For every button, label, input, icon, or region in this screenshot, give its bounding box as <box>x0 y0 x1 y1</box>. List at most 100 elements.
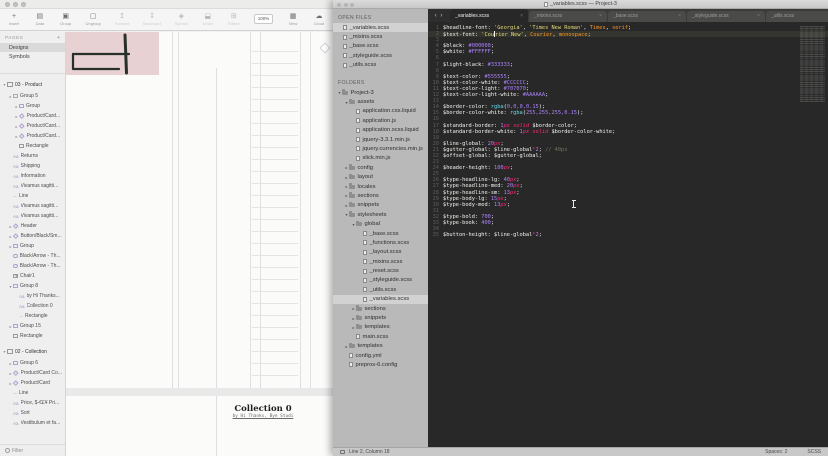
layer-by-hi-thanks[interactable]: Aaby Hi Thanks... <box>0 291 65 301</box>
flatten-button[interactable]: ⊞Flatten <box>228 13 240 26</box>
minimize-window-button[interactable] <box>344 3 348 7</box>
layer-rectangle[interactable]: —Rectangle <box>0 311 65 321</box>
layer-group-6[interactable]: ▸Group 6 <box>0 358 65 368</box>
folder-assets[interactable]: ▾assets <box>333 97 428 106</box>
forward-button[interactable]: ↥Forward <box>115 13 130 26</box>
file-jquery-currencies-min-js[interactable]: jquery.currencies.min.js <box>333 144 428 153</box>
add-page-button[interactable]: + <box>57 35 60 41</box>
hero-pink-block[interactable] <box>66 32 159 75</box>
page-item-designs[interactable]: Designs <box>0 43 65 52</box>
folder-snippets[interactable]: ▸snippets <box>333 201 428 210</box>
open-file-variables-scss[interactable]: _variables.scss <box>333 23 428 32</box>
layer-line[interactable]: —Line <box>0 388 65 398</box>
tab-base-scss[interactable]: _base.scss× <box>608 11 686 23</box>
page-item-symbols[interactable]: Symbols <box>0 52 65 61</box>
open-file-mixins-scss[interactable]: _mixins.scss <box>333 32 428 41</box>
indentation-setting[interactable]: Spaces: 2 <box>765 449 787 455</box>
layer-03-product[interactable]: ▾03 - Product <box>0 78 65 91</box>
close-tab-icon[interactable]: × <box>517 13 523 19</box>
layers-filter[interactable]: Filter <box>0 444 65 456</box>
close-window-button[interactable] <box>337 3 341 7</box>
file-slick-min-js[interactable]: slick.min.js <box>333 154 428 163</box>
layer-rectangle[interactable]: Rectangle <box>0 331 65 341</box>
cloud-button[interactable]: ☁Cloud <box>313 13 325 26</box>
close-tab-icon[interactable]: × <box>596 13 602 19</box>
layer-shipping[interactable]: AaShipping <box>0 161 65 171</box>
folder-global[interactable]: ▾global <box>333 219 428 228</box>
open-file-utils-scss[interactable]: _utils.scss <box>333 61 428 70</box>
group-button[interactable]: ▣Group <box>60 13 72 26</box>
layer-02-collection[interactable]: ▾02 - Collection <box>0 345 65 358</box>
disclosure-closed-icon[interactable]: ▸ <box>14 114 19 119</box>
layer-product-card-co[interactable]: ▸Product/Card Co... <box>0 368 65 378</box>
folder-config[interactable]: ▸config <box>333 163 428 172</box>
layer-chair1[interactable]: Chair1 <box>0 271 65 281</box>
backward-button[interactable]: ↧Backward <box>143 13 161 26</box>
minimize-window-button[interactable] <box>13 2 18 7</box>
disclosure-closed-icon[interactable]: ▸ <box>8 224 13 229</box>
layer-information[interactable]: AaInformation <box>0 171 65 181</box>
file-application-scss-liquid[interactable]: application.scss.liquid <box>333 126 428 135</box>
folder-stylesheets[interactable]: ▾stylesheets <box>333 210 428 219</box>
layer-vivamus-sagitti[interactable]: AaVivamus sagitti... <box>0 211 65 221</box>
open-file-styleguide-scss[interactable]: _styleguide.scss <box>333 51 428 60</box>
collection-text-block[interactable]: Collection 0 by Hi Thanks, Bye Studi <box>213 404 313 419</box>
layer-button-black-sm[interactable]: ▸Button/Black/Sm... <box>0 231 65 241</box>
create-symbol-button[interactable]: ◈Symbol <box>175 13 188 26</box>
zoom-window-button[interactable] <box>350 3 354 7</box>
minimap[interactable] <box>800 26 825 102</box>
folder-snippets[interactable]: ▸snippets <box>333 313 428 322</box>
disclosure-closed-icon[interactable]: ▸ <box>14 124 19 129</box>
folder-templates[interactable]: ▸templates <box>333 342 428 351</box>
disclosure-closed-icon[interactable]: ▸ <box>8 371 13 376</box>
layer-vivamus-sagitti[interactable]: AaVivamus sagitti... <box>0 201 65 211</box>
layer-group-15[interactable]: ▸Group 15 <box>0 321 65 331</box>
layer-group-8[interactable]: ▾Group 8 <box>0 281 65 291</box>
insert-button[interactable]: +Insert <box>8 13 20 26</box>
layer-black-arrow-th[interactable]: Black/Arrow - Th... <box>0 261 65 271</box>
layer-product-card[interactable]: ▸Product/Card... <box>0 111 65 121</box>
file-jquery-3-3-1-min-js[interactable]: jquery-3.3.1.min.js <box>333 135 428 144</box>
tab-mixins-scss[interactable]: _mixins.scss× <box>529 11 607 23</box>
layer-vivamus-sagitti[interactable]: AaVivamus sagitti... <box>0 181 65 191</box>
file-utils-scss[interactable]: _utils.scss <box>333 285 428 294</box>
layer-sort[interactable]: AaSort <box>0 408 65 418</box>
file-application-js[interactable]: application.js <box>333 116 428 125</box>
file-config-yml[interactable]: config.yml <box>333 351 428 360</box>
code-line-35[interactable]: 35$button-height: $line-global*2; <box>428 232 828 238</box>
union-button[interactable]: ⬓Union <box>202 13 214 26</box>
layer-group[interactable]: ▸Group <box>0 241 65 251</box>
tab-utils-scss[interactable]: _utils.scss× <box>766 11 828 23</box>
editor-window-controls[interactable] <box>337 3 354 7</box>
tab-styleguide-scss[interactable]: _styleguide.scss× <box>687 11 765 23</box>
layer-product-card[interactable]: ▸Product/Card <box>0 378 65 388</box>
folder-sections[interactable]: ▸sections <box>333 191 428 200</box>
layer-black-arrow-th[interactable]: Black/Arrow - Th... <box>0 251 65 261</box>
folder-sections[interactable]: ▸sections <box>333 304 428 313</box>
folder-project-3[interactable]: ▾Project-3 <box>333 88 428 97</box>
file-mixins-scss[interactable]: _mixins.scss <box>333 257 428 266</box>
folder-locales[interactable]: ▸locales <box>333 182 428 191</box>
layer-vestibulum-et-fa[interactable]: AaVestibulum et fa... <box>0 418 65 428</box>
file-styleguide-scss[interactable]: _styleguide.scss <box>333 276 428 285</box>
data-button[interactable]: ▤Data <box>34 13 46 26</box>
layer-product-card[interactable]: ▸Product/Card... <box>0 121 65 131</box>
file-application-css-liquid[interactable]: application.css.liquid <box>333 107 428 116</box>
ungroup-button[interactable]: ▢Ungroup <box>86 13 101 26</box>
folder-templates[interactable]: ▸templates <box>333 323 428 332</box>
zoom-window-button[interactable] <box>21 2 26 7</box>
tab-nav-arrows[interactable]: ‹ › <box>428 9 450 22</box>
tab-variables-scss[interactable]: _variables.scss× <box>450 9 528 22</box>
folder-layout[interactable]: ▸layout <box>333 172 428 181</box>
disclosure-closed-icon[interactable]: ▸ <box>8 381 13 386</box>
layer-line[interactable]: —Line <box>0 191 65 201</box>
file-layout-scss[interactable]: _layout.scss <box>333 248 428 257</box>
sketch-canvas[interactable]: Collection 0 by Hi Thanks, Bye Studi <box>66 32 333 456</box>
disclosure-closed-icon[interactable]: ▸ <box>14 134 19 139</box>
file-main-scss[interactable]: main.scss <box>333 332 428 341</box>
layer-header[interactable]: ▸Header <box>0 221 65 231</box>
layer-price-pri[interactable]: AaPrice, $-€£¥ Pri... <box>0 398 65 408</box>
zoom-level-button[interactable]: 100% <box>254 14 274 24</box>
layer-group-5[interactable]: ▸Group 5 <box>0 91 65 101</box>
layer-returns[interactable]: AaReturns <box>0 151 65 161</box>
